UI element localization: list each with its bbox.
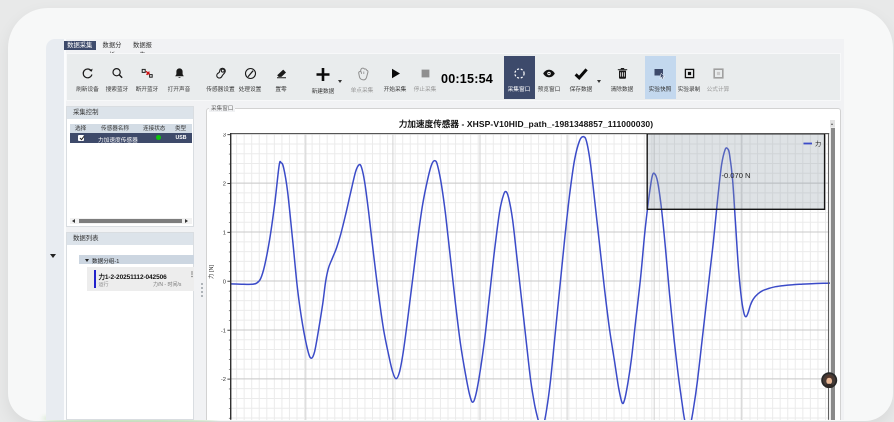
svg-text:2: 2 [223, 181, 226, 187]
svg-text:1: 1 [223, 230, 226, 236]
svg-text:3: 3 [223, 133, 226, 139]
svg-text:0: 0 [223, 279, 226, 285]
svg-text:-0.070 N: -0.070 N [722, 171, 751, 180]
svg-text:力: 力 [815, 140, 821, 148]
svg-text:-1: -1 [221, 328, 226, 334]
svg-text:-2: -2 [221, 377, 226, 383]
